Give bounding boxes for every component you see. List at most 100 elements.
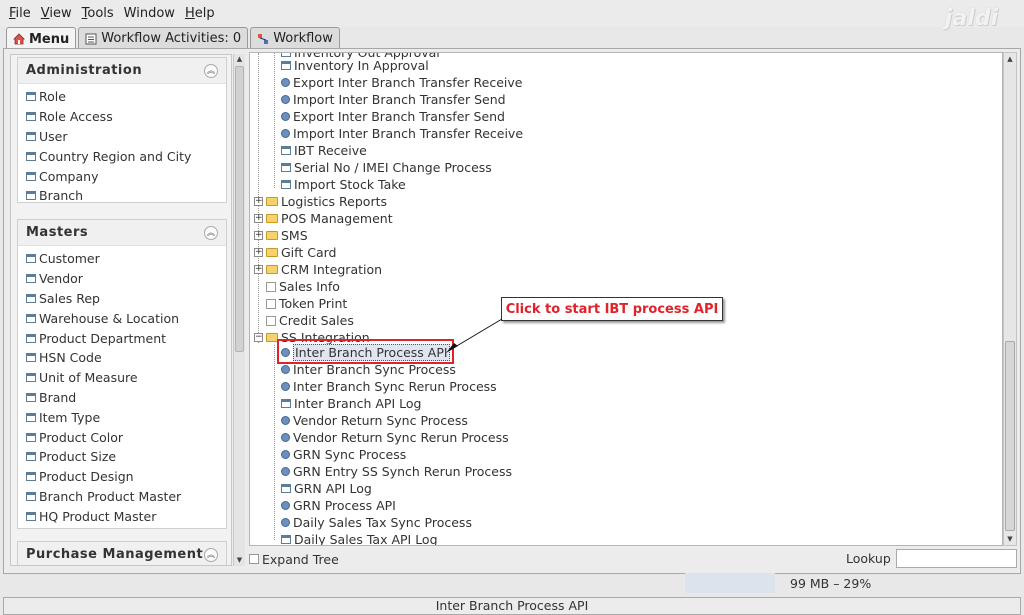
tree-node[interactable]: Import Stock Take [281,176,406,193]
tree-node[interactable]: Inter Branch Sync Rerun Process [281,378,497,395]
process-icon [281,501,290,510]
sidebar-item-country-region-city[interactable]: Country Region and City [18,146,226,166]
tree-node-credit-sales[interactable]: Credit Sales [266,312,354,329]
window-icon [26,313,36,323]
tree-node[interactable]: Vendor Return Sync Process [281,412,468,429]
scroll-up-arrow-icon[interactable]: ▲ [234,54,245,65]
collapse-icon[interactable]: ︽ [204,63,218,78]
tree-folder-pos-management[interactable]: POS Management [266,210,393,227]
sidebar-item-company[interactable]: Company [18,166,226,186]
window-icon [26,432,36,442]
tree-node[interactable]: Import Inter Branch Transfer Send [281,91,506,108]
menu-view[interactable]: View [36,6,77,21]
sidebar-item-branch[interactable]: Branch [18,186,226,206]
tree-folder-logistics-reports[interactable]: Logistics Reports [266,193,387,210]
tree-node-sales-info[interactable]: Sales Info [266,278,340,295]
tree-folder-sms[interactable]: SMS [266,227,308,244]
expand-tree-checkbox[interactable]: Expand Tree [249,552,339,567]
scrollbar-thumb[interactable] [1005,341,1015,531]
expand-toggle-icon[interactable]: + [254,231,263,240]
folder-icon [266,197,278,206]
tree-node[interactable]: Serial No / IMEI Change Process [281,159,492,176]
sidebar-item-sales-rep[interactable]: Sales Rep [18,289,226,309]
tree-scrollbar[interactable]: ▲ ▼ [1003,52,1017,546]
sidebar-item-role[interactable]: Role [18,87,226,107]
tab-bar: Menu Workflow Activities: 0 Workflow [6,27,342,50]
scroll-down-arrow-icon[interactable]: ▼ [1004,533,1016,545]
tree-node[interactable]: GRN API Log [281,480,372,497]
sidebar-item-brand[interactable]: Brand [18,388,226,408]
tab-workflow-activities[interactable]: Workflow Activities: 0 [78,27,249,49]
window-icon [26,392,36,402]
tab-menu[interactable]: Menu [6,27,77,50]
folder-icon [266,231,278,240]
tree-node[interactable]: GRN Entry SS Synch Rerun Process [281,463,512,480]
tree-folder-crm-integration[interactable]: CRM Integration [266,261,382,278]
section-header[interactable]: Masters ︽ [18,220,226,246]
section-title: Masters [26,225,89,240]
sidebar-item-hq-product-master[interactable]: HQ Product Master [18,506,226,526]
section-header[interactable]: Administration ︽ [18,58,226,84]
window-icon [26,112,36,122]
memory-bar [685,573,775,593]
tree-node[interactable]: Inventory In Approval [281,57,429,74]
window-icon [26,511,36,521]
sidebar-item-product-department[interactable]: Product Department [18,328,226,348]
tree-node[interactable]: Daily Sales Tax API Log [281,531,438,545]
tree-folder-gift-card[interactable]: Gift Card [266,244,336,261]
sidebar-item-role-access[interactable]: Role Access [18,107,226,127]
tree-bottom-bar: Expand Tree Lookup [249,548,1017,570]
collapse-icon[interactable]: ︽ [204,547,218,562]
sidebar-scrollbar[interactable]: ▲ ▼ [233,54,245,566]
expand-toggle-icon[interactable]: + [254,248,263,257]
sidebar-item-warehouse-location[interactable]: Warehouse & Location [18,308,226,328]
menu-window[interactable]: Window [119,6,180,21]
tab-workflow[interactable]: Workflow [250,27,340,49]
tree-node[interactable]: Export Inter Branch Transfer Receive [281,74,522,91]
expand-toggle-icon[interactable]: + [254,214,263,223]
window-icon [26,191,36,201]
section-header[interactable]: Purchase Management ︽ [18,542,226,565]
sidebar-item-product-size[interactable]: Product Size [18,447,226,467]
lookup-label: Lookup [846,551,891,566]
scrollbar-thumb[interactable] [235,66,244,352]
tree-node[interactable]: Import Inter Branch Transfer Receive [281,125,523,142]
tree-node[interactable]: Inter Branch API Log [281,395,421,412]
scroll-down-arrow-icon[interactable]: ▼ [234,555,245,566]
checkbox[interactable] [249,554,259,564]
process-icon [281,518,290,527]
sidebar-item-user[interactable]: User [18,127,226,147]
expand-toggle-icon[interactable]: + [254,197,263,206]
tree-node[interactable]: GRN Process API [281,497,396,514]
tree-node[interactable]: GRN Sync Process [281,446,406,463]
expand-toggle-icon[interactable]: + [254,265,263,274]
sidebar: Administration ︽ Role Role Access User C… [10,54,232,566]
window-icon [26,92,36,102]
lookup-input[interactable] [896,549,1017,568]
tree-node-token-print[interactable]: Token Print [266,295,347,312]
window-icon [26,373,36,383]
process-icon [281,78,290,87]
sidebar-item-vendor[interactable]: Vendor [18,269,226,289]
tree-node[interactable]: Daily Sales Tax Sync Process [281,514,472,531]
sidebar-item-branch-product-master[interactable]: Branch Product Master [18,487,226,507]
menu-file[interactable]: File [4,6,36,21]
scroll-up-arrow-icon[interactable]: ▲ [1004,53,1016,65]
tree-node[interactable]: IBT Receive [281,142,367,159]
folder-icon [266,248,278,257]
window-icon [26,491,36,501]
sidebar-item-product-color[interactable]: Product Color [18,427,226,447]
sidebar-item-product-design[interactable]: Product Design [18,467,226,487]
menu-tools[interactable]: Tools [77,6,119,21]
window-icon [26,333,36,343]
sidebar-item-hsn-code[interactable]: HSN Code [18,348,226,368]
menu-help[interactable]: Help [180,6,220,21]
collapse-icon[interactable]: ︽ [204,225,218,240]
tree-node[interactable]: Vendor Return Sync Rerun Process [281,429,509,446]
sidebar-item-customer[interactable]: Customer [18,249,226,269]
sidebar-section-masters: Masters ︽ Customer Vendor Sales Rep Ware… [17,219,227,529]
tree-node[interactable]: Export Inter Branch Transfer Send [281,108,505,125]
sidebar-item-unit-of-measure[interactable]: Unit of Measure [18,368,226,388]
collapse-toggle-icon[interactable]: − [254,333,263,342]
sidebar-item-item-type[interactable]: Item Type [18,407,226,427]
